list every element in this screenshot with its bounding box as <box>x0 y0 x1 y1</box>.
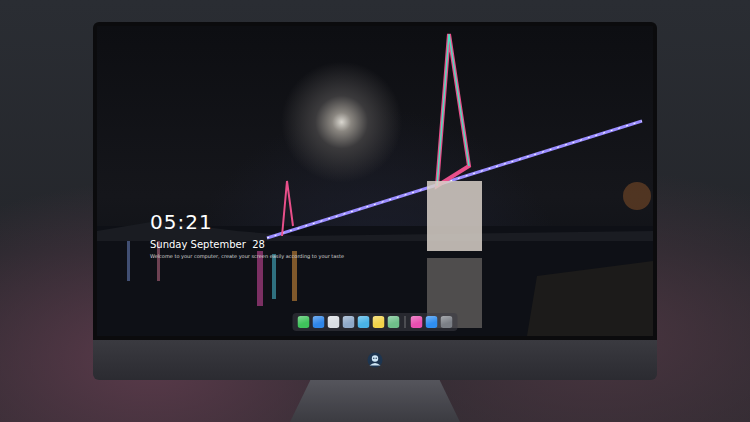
clock-date: Sunday September 28 <box>150 238 344 252</box>
app-icon[interactable] <box>313 316 325 328</box>
monitor: 05:21 Sunday September 28Welcome to your … <box>93 22 657 422</box>
welcome-text: Welcome to your computer, create your sc… <box>150 253 344 260</box>
app-icon[interactable] <box>388 316 400 328</box>
clock-widget: 05:21 Sunday September 28Welcome to your … <box>150 210 344 260</box>
brand-logo-icon <box>367 352 383 368</box>
desktop-screen: 05:21 Sunday September 28Welcome to your … <box>97 26 653 336</box>
app-icon[interactable] <box>358 316 370 328</box>
app-icon[interactable] <box>411 316 423 328</box>
app-icon[interactable] <box>343 316 355 328</box>
dock <box>293 313 458 331</box>
clock-time: 05:21 <box>150 210 344 234</box>
monitor-bezel: 05:21 Sunday September 28Welcome to your … <box>93 22 657 340</box>
monitor-stand <box>290 380 460 422</box>
monitor-chin <box>93 340 657 380</box>
app-icon[interactable] <box>298 316 310 328</box>
app-icon[interactable] <box>441 316 453 328</box>
app-icon[interactable] <box>426 316 438 328</box>
app-icon[interactable] <box>373 316 385 328</box>
app-icon[interactable] <box>328 316 340 328</box>
dock-separator <box>405 316 406 328</box>
wallpaper <box>97 26 653 336</box>
